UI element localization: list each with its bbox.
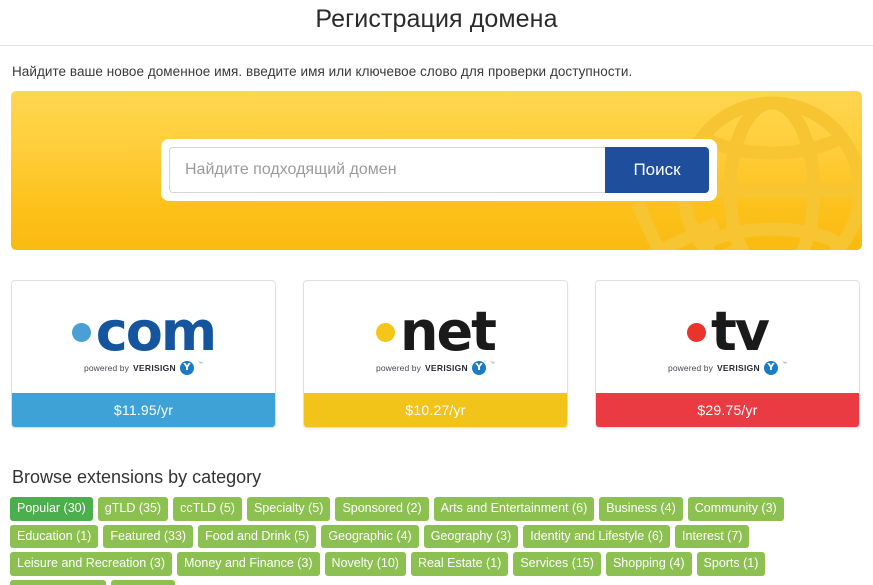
category-tag[interactable]: Interest (7) (675, 524, 750, 548)
verisign-logo-icon: Y (471, 361, 486, 375)
category-tag[interactable]: Novelty (10) (324, 552, 406, 576)
tld-price: $10.27/yr (405, 402, 466, 418)
verisign-brand: VERISIGN (424, 363, 468, 373)
category-tag[interactable]: Business (4) (599, 497, 683, 521)
tld-card-net[interactable]: net powered by VERISIGN Y ™ $10.27/yr (303, 280, 568, 428)
category-tag-list: Popular (30) gTLD (35) ccTLD (5) Specialty … (10, 497, 866, 585)
powered-by-label: powered by (84, 363, 129, 373)
category-tag[interactable]: Money and Finance (3) (177, 552, 320, 576)
category-tag[interactable]: Popular (30) (10, 497, 93, 521)
trademark-symbol: ™ (781, 361, 787, 367)
tld-dot-icon (686, 322, 706, 342)
category-tag[interactable]: Real Estate (1) (410, 552, 509, 576)
category-tag[interactable]: Shopping (4) (605, 552, 692, 576)
domain-search-input[interactable] (169, 147, 605, 193)
category-tag[interactable]: Education (1) (10, 524, 99, 548)
category-tag[interactable]: Services (15) (513, 552, 601, 576)
page-title: Регистрация домена (315, 5, 558, 33)
tld-wordmark: com (71, 300, 217, 363)
tld-logo-tv: tv powered by VERISIGN Y ™ (596, 281, 859, 393)
tld-price: $11.95/yr (113, 402, 174, 418)
search-box: Поиск (161, 139, 717, 201)
tld-name: tv (710, 300, 770, 363)
category-tag[interactable]: Geography (3) (423, 524, 519, 548)
category-tag[interactable]: Geographic (4) (321, 524, 419, 548)
category-tag[interactable]: ccTLD (5) (173, 497, 242, 521)
page-subtitle: Найдите ваше новое доменное имя. введите… (12, 64, 633, 79)
domain-registration-page: Регистрация домена Найдите ваше новое до… (0, 0, 873, 585)
tld-wordmark: tv (686, 300, 770, 363)
trademark-symbol: ™ (197, 361, 203, 367)
search-button[interactable]: Поиск (605, 147, 709, 193)
tld-card-list: com powered by VERISIGN Y ™ $11.95/yr ne… (11, 280, 862, 428)
verisign-logo-icon: Y (763, 361, 778, 375)
category-tag[interactable]: Specialty (5) (246, 497, 331, 521)
category-tag[interactable]: Featured (33) (103, 524, 194, 548)
tld-card-tv[interactable]: tv powered by VERISIGN Y ™ $29.75/yr (595, 280, 860, 428)
tld-price: $29.75/yr (697, 402, 758, 418)
verisign-credit: powered by VERISIGN Y ™ (668, 361, 787, 375)
tld-name: com (95, 300, 217, 363)
category-tag[interactable]: Leisure and Recreation (3) (10, 552, 172, 576)
trademark-symbol: ™ (489, 361, 495, 367)
category-tag[interactable]: Food and Drink (5) (198, 524, 317, 548)
tld-price-bar[interactable]: $29.75/yr (596, 393, 859, 427)
tld-wordmark: net (376, 300, 497, 363)
powered-by-label: powered by (376, 363, 421, 373)
category-tag[interactable]: Sponsored (2) (335, 497, 429, 521)
tld-dot-icon (376, 322, 396, 342)
tld-name: net (400, 300, 497, 363)
powered-by-label: powered by (668, 363, 713, 373)
verisign-credit: powered by VERISIGN Y ™ (84, 361, 203, 375)
category-tag[interactable]: gTLD (35) (97, 497, 169, 521)
verisign-logo-icon: Y (179, 361, 194, 375)
tld-card-com[interactable]: com powered by VERISIGN Y ™ $11.95/yr (11, 280, 276, 428)
domain-search-banner: Поиск (11, 91, 862, 250)
category-tag[interactable]: Technology (5) (10, 579, 106, 585)
category-tag[interactable]: Identity and Lifestyle (6) (523, 524, 671, 548)
tld-logo-com: com powered by VERISIGN Y ™ (12, 281, 275, 393)
tld-dot-icon (71, 322, 91, 342)
verisign-brand: VERISIGN (132, 363, 176, 373)
verisign-credit: powered by VERISIGN Y ™ (376, 361, 495, 375)
title-divider (0, 45, 873, 46)
categories-heading: Browse extensions by category (12, 467, 262, 487)
tld-price-bar[interactable]: $10.27/yr (304, 393, 567, 427)
category-tag[interactable]: Community (3) (687, 497, 784, 521)
verisign-brand: VERISIGN (716, 363, 760, 373)
category-tag[interactable]: Other (1) (111, 579, 176, 585)
tld-logo-net: net powered by VERISIGN Y ™ (304, 281, 567, 393)
tld-price-bar[interactable]: $11.95/yr (12, 393, 275, 427)
category-tag[interactable]: Arts and Entertainment (6) (433, 497, 595, 521)
category-tag[interactable]: Sports (1) (696, 552, 766, 576)
